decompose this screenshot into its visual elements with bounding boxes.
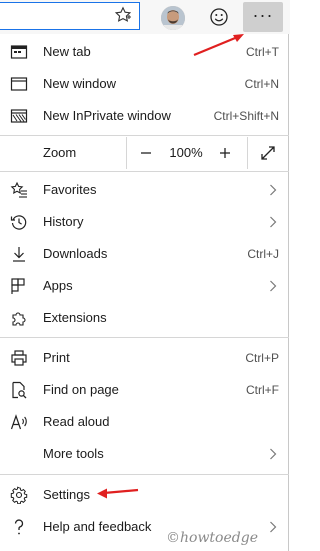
favorite-star-icon[interactable] xyxy=(114,6,132,24)
menu-separator xyxy=(0,171,289,172)
print-shortcut: Ctrl+P xyxy=(245,351,279,365)
menu-item-find-on-page[interactable]: Find on page Ctrl+F xyxy=(0,374,289,406)
zoom-in-button[interactable] xyxy=(215,142,235,164)
new-inprivate-shortcut: Ctrl+Shift+N xyxy=(213,109,279,123)
zoom-out-button[interactable] xyxy=(136,142,156,164)
history-icon xyxy=(10,215,27,230)
inprivate-window-icon xyxy=(10,109,28,123)
printer-icon xyxy=(11,350,27,366)
gear-icon xyxy=(10,486,28,504)
read-aloud-label: Read aloud xyxy=(43,414,110,429)
browser-toolbar: ··· xyxy=(0,0,290,34)
zoom-level: 100% xyxy=(169,145,203,160)
new-window-shortcut: Ctrl+N xyxy=(244,77,279,91)
new-window-label: New window xyxy=(43,76,116,91)
watermark: ©howtoedge xyxy=(166,530,258,546)
new-tab-icon xyxy=(10,45,28,59)
download-icon xyxy=(13,247,25,262)
chevron-right-icon xyxy=(270,521,277,533)
zoom-divider xyxy=(126,137,127,169)
apps-label: Apps xyxy=(43,278,73,293)
new-inprivate-label: New InPrivate window xyxy=(43,108,171,123)
plus-icon xyxy=(220,148,230,158)
menu-item-history[interactable]: History xyxy=(0,206,289,238)
menu-separator xyxy=(0,474,289,475)
find-on-page-label: Find on page xyxy=(43,382,119,397)
new-tab-label: New tab xyxy=(43,44,91,59)
chevron-right-icon xyxy=(270,184,277,196)
menu-item-downloads[interactable]: Downloads Ctrl+J xyxy=(0,238,289,270)
menu-item-apps[interactable]: Apps xyxy=(0,270,289,302)
menu-item-new-inprivate-window[interactable]: New InPrivate window Ctrl+Shift+N xyxy=(0,100,289,132)
downloads-label: Downloads xyxy=(43,246,108,261)
menu-separator xyxy=(0,337,289,338)
zoom-row: Zoom 100% xyxy=(0,137,289,169)
profile-avatar[interactable] xyxy=(161,6,185,30)
zoom-divider xyxy=(247,137,248,169)
menu-item-favorites[interactable]: Favorites xyxy=(0,174,289,206)
apps-icon xyxy=(11,278,25,294)
favorites-icon xyxy=(10,181,27,198)
menu-item-new-window[interactable]: New window Ctrl+N xyxy=(0,68,289,100)
menu-item-read-aloud[interactable]: Read aloud xyxy=(0,406,289,438)
more-tools-label: More tools xyxy=(43,446,104,461)
history-label: History xyxy=(43,214,84,229)
settings-label: Settings xyxy=(43,487,90,502)
minus-icon xyxy=(141,152,151,154)
settings-and-more-button[interactable]: ··· xyxy=(243,2,283,32)
fullscreen-icon[interactable] xyxy=(259,144,277,162)
help-feedback-label: Help and feedback xyxy=(43,519,152,534)
menu-item-more-tools[interactable]: More tools xyxy=(0,438,289,470)
new-tab-shortcut: Ctrl+T xyxy=(246,45,279,59)
extensions-label: Extensions xyxy=(43,310,107,325)
find-on-page-icon xyxy=(12,381,27,399)
favorites-label: Favorites xyxy=(43,182,97,197)
downloads-shortcut: Ctrl+J xyxy=(247,247,279,261)
new-window-icon xyxy=(10,77,28,91)
more-ellipsis-icon: ··· xyxy=(252,5,274,25)
zoom-label: Zoom xyxy=(43,145,77,160)
chevron-right-icon xyxy=(270,216,277,228)
find-on-page-shortcut: Ctrl+F xyxy=(246,383,279,397)
chevron-right-icon xyxy=(270,280,277,292)
print-label: Print xyxy=(43,350,70,365)
menu-item-settings[interactable]: Settings xyxy=(0,479,289,511)
read-aloud-icon xyxy=(10,414,27,430)
menu-separator xyxy=(0,135,289,136)
chevron-right-icon xyxy=(270,448,277,460)
menu-item-print[interactable]: Print Ctrl+P xyxy=(0,342,289,374)
feedback-smiley-icon[interactable] xyxy=(209,7,229,27)
menu-item-new-tab[interactable]: New tab Ctrl+T xyxy=(0,36,289,68)
settings-menu: New tab Ctrl+T New window Ctrl+N New InP… xyxy=(0,34,289,551)
extensions-puzzle-icon xyxy=(12,312,26,326)
help-question-icon xyxy=(14,519,24,535)
menu-item-extensions[interactable]: Extensions xyxy=(0,302,289,334)
